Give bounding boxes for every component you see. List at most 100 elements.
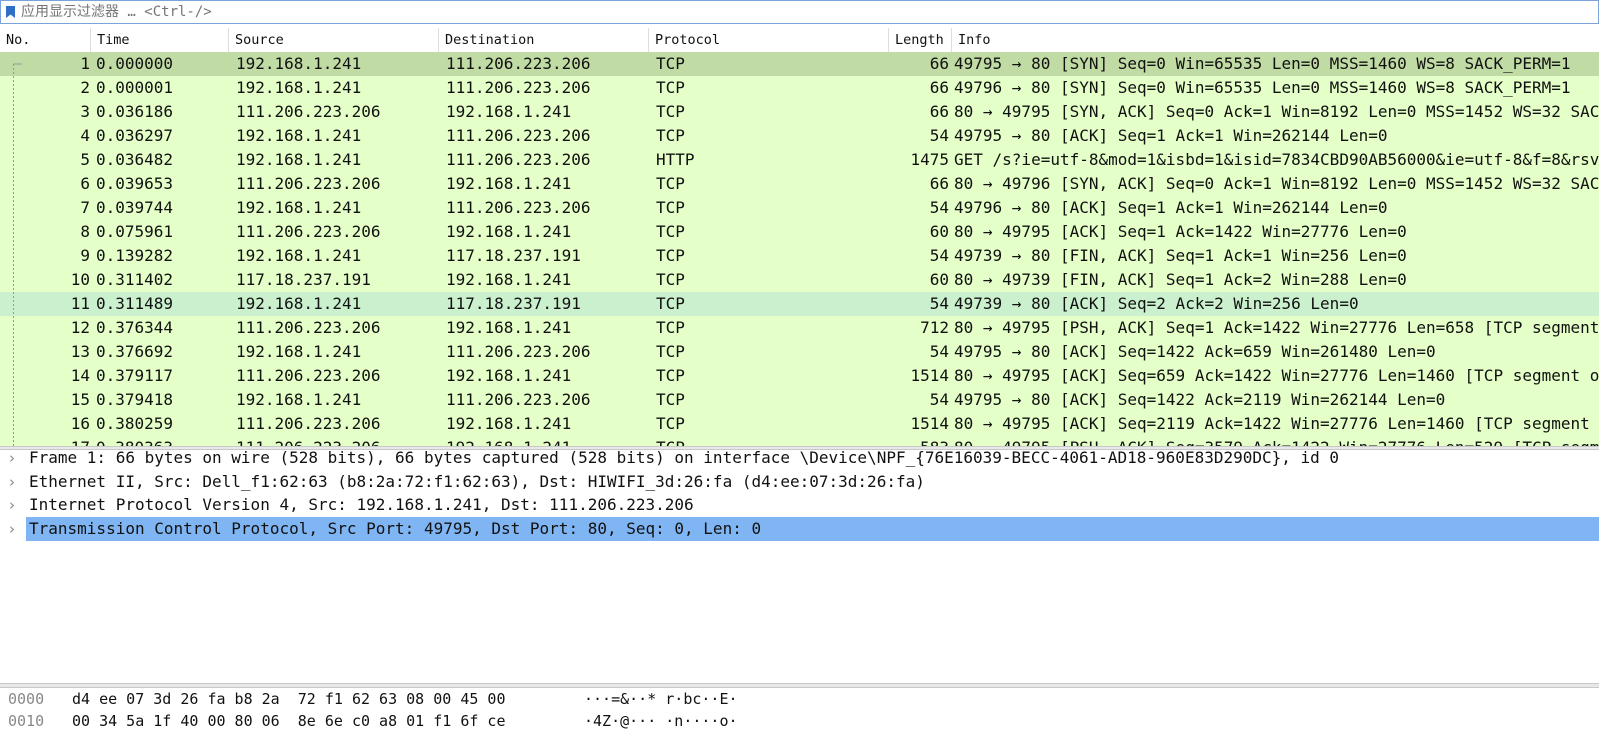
packet-row[interactable]: 11 0.311489 192.168.1.241 117.18.237.191… (0, 292, 1599, 316)
detail-text: Ethernet II, Src: Dell_f1:62:63 (b8:2a:7… (29, 472, 925, 491)
column-header-source[interactable]: Source (229, 28, 439, 52)
packet-source: 111.206.223.206 (236, 222, 381, 241)
bytes-ascii[interactable]: ···=&··* r·bc··E· (584, 689, 738, 709)
packet-time: 0.036482 (96, 150, 174, 169)
chevron-right-icon[interactable]: › (9, 450, 15, 470)
packet-info: 49795 → 80 [ACK] Seq=1 Ack=1 Win=262144 … (954, 126, 1388, 145)
detail-text: Frame 1: 66 bytes on wire (528 bits), 66… (29, 450, 1340, 467)
packet-destination: 192.168.1.241 (446, 436, 646, 446)
packet-row[interactable]: 16 0.380259 111.206.223.206 192.168.1.24… (0, 412, 1599, 436)
packet-source: 111.206.223.206 (236, 366, 381, 385)
packet-bytes-pane[interactable]: 0000 d4 ee 07 3d 26 fa b8 2a 72 f1 62 63… (0, 688, 1599, 732)
packet-list-header: No. Time Source Destination Protocol Len… (0, 28, 1599, 53)
packet-destination: 111.206.223.206 (446, 78, 591, 97)
packet-row[interactable]: 2 0.000001 192.168.1.241 111.206.223.206… (0, 76, 1599, 100)
bytes-row[interactable]: 0010 00 34 5a 1f 40 00 80 06 8e 6e c0 a8… (0, 711, 1599, 731)
packet-row[interactable]: 4 0.036297 192.168.1.241 111.206.223.206… (0, 124, 1599, 148)
packet-time: 0.075961 (96, 222, 174, 241)
packet-source: 192.168.1.241 (236, 246, 362, 265)
packet-info: 80 → 49796 [SYN, ACK] Seq=0 Ack=1 Win=81… (954, 174, 1599, 193)
packet-length: 54 (929, 294, 949, 313)
packet-length: 66 (929, 78, 949, 97)
packet-no: 16 (70, 414, 90, 433)
packet-length: 712 (920, 318, 949, 337)
packet-source: 192.168.1.241 (236, 126, 362, 145)
packet-row[interactable]: 12 0.376344 111.206.223.206 192.168.1.24… (0, 316, 1599, 340)
packet-no: 3 (80, 102, 90, 121)
packet-length: 54 (929, 126, 949, 145)
detail-row-ethernet[interactable]: › Ethernet II, Src: Dell_f1:62:63 (b8:2a… (0, 470, 1599, 494)
column-header-length[interactable]: Length (889, 28, 952, 52)
packet-row[interactable]: 6 0.039653 111.206.223.206 192.168.1.241… (0, 172, 1599, 196)
bytes-hex[interactable]: 00 34 5a 1f 40 00 80 06 8e 6e c0 a8 01 f… (72, 711, 505, 731)
packet-no: 10 (70, 270, 90, 289)
packet-row[interactable]: 9 0.139282 192.168.1.241 117.18.237.191 … (0, 244, 1599, 268)
packet-row[interactable]: 7 0.039744 192.168.1.241 111.206.223.206… (0, 196, 1599, 220)
packet-destination: 117.18.237.191 (446, 294, 581, 313)
packet-info: 49796 → 80 [SYN] Seq=0 Win=65535 Len=0 M… (954, 78, 1571, 97)
packet-info: 80 → 49795 [ACK] Seq=2119 Ack=1422 Win=2… (954, 414, 1599, 433)
packet-destination: 192.168.1.241 (446, 318, 572, 337)
packet-destination: 192.168.1.241 (446, 366, 572, 385)
packet-row[interactable]: 1 0.000000 192.168.1.241 111.206.223.206… (0, 52, 1599, 76)
packet-time: 0.039744 (96, 198, 174, 217)
packet-no: 13 (70, 342, 90, 361)
packet-row[interactable]: 10 0.311402 117.18.237.191 192.168.1.241… (0, 268, 1599, 292)
packet-length: 54 (929, 198, 949, 217)
packet-list[interactable]: 1 0.000000 192.168.1.241 111.206.223.206… (0, 52, 1599, 446)
packet-destination: 111.206.223.206 (446, 390, 591, 409)
packet-length: 66 (929, 174, 949, 193)
packet-info: 49739 → 80 [ACK] Seq=2 Ack=2 Win=256 Len… (954, 294, 1359, 313)
bookmark-icon[interactable] (5, 5, 16, 19)
packet-row[interactable]: 15 0.379418 192.168.1.241 111.206.223.20… (0, 388, 1599, 412)
packet-protocol: TCP (656, 126, 685, 145)
packet-source: 117.18.237.191 (236, 270, 371, 289)
packet-row[interactable]: 17 0.380363 111.206.223.206 192.168.1.24… (0, 436, 1599, 446)
packet-destination: 192.168.1.241 (446, 222, 572, 241)
packet-no: 11 (70, 294, 90, 313)
bytes-row[interactable]: 0000 d4 ee 07 3d 26 fa b8 2a 72 f1 62 63… (0, 689, 1599, 709)
packet-info: 49795 → 80 [ACK] Seq=1422 Ack=2119 Win=2… (954, 390, 1446, 409)
packet-source: 192.168.1.241 (236, 78, 362, 97)
bytes-offset: 0010 (8, 712, 45, 730)
column-header-no[interactable]: No. (0, 28, 91, 52)
packet-info: 80 → 49739 [FIN, ACK] Seq=1 Ack=2 Win=28… (954, 270, 1407, 289)
packet-details-pane[interactable]: › Frame 1: 66 bytes on wire (528 bits), … (0, 450, 1599, 683)
column-header-destination[interactable]: Destination (439, 28, 649, 52)
detail-row-frame[interactable]: › Frame 1: 66 bytes on wire (528 bits), … (0, 450, 1599, 470)
packet-source: 192.168.1.241 (236, 294, 362, 313)
packet-row[interactable]: 5 0.036482 192.168.1.241 111.206.223.206… (0, 148, 1599, 172)
bytes-offset: 0000 (8, 690, 45, 708)
bytes-ascii[interactable]: ·4Z·@··· ·n····o· (584, 711, 738, 731)
packet-length: 54 (929, 246, 949, 265)
packet-time: 0.380363 (96, 436, 226, 446)
chevron-right-icon[interactable]: › (9, 493, 15, 517)
packet-time: 0.039653 (96, 174, 174, 193)
packet-source: 192.168.1.241 (236, 342, 362, 361)
packet-protocol: TCP (656, 102, 685, 121)
packet-time: 0.311402 (96, 270, 174, 289)
packet-row[interactable]: 8 0.075961 111.206.223.206 192.168.1.241… (0, 220, 1599, 244)
packet-destination: 192.168.1.241 (446, 270, 572, 289)
display-filter-input[interactable] (21, 3, 1581, 21)
column-header-info[interactable]: Info (952, 28, 1599, 52)
packet-row[interactable]: 13 0.376692 192.168.1.241 111.206.223.20… (0, 340, 1599, 364)
detail-row-ipv4[interactable]: › Internet Protocol Version 4, Src: 192.… (0, 493, 1599, 517)
chevron-right-icon[interactable]: › (9, 470, 15, 494)
column-header-time[interactable]: Time (91, 28, 229, 52)
packet-info: 49739 → 80 [FIN, ACK] Seq=1 Ack=1 Win=25… (954, 246, 1407, 265)
chevron-right-icon[interactable]: › (9, 517, 15, 541)
packet-row[interactable]: 14 0.379117 111.206.223.206 192.168.1.24… (0, 364, 1599, 388)
packet-protocol: TCP (656, 222, 685, 241)
bytes-hex[interactable]: d4 ee 07 3d 26 fa b8 2a 72 f1 62 63 08 0… (72, 689, 505, 709)
packet-no: 12 (70, 318, 90, 337)
detail-row-tcp[interactable]: › Transmission Control Protocol, Src Por… (0, 517, 1599, 541)
packet-time: 0.000000 (96, 54, 174, 73)
packet-length: 54 (929, 390, 949, 409)
packet-protocol: TCP (656, 174, 685, 193)
packet-time: 0.311489 (96, 294, 174, 313)
display-filter-bar[interactable] (0, 0, 1599, 24)
packet-destination: 192.168.1.241 (446, 102, 572, 121)
column-header-protocol[interactable]: Protocol (649, 28, 889, 52)
packet-row[interactable]: 3 0.036186 111.206.223.206 192.168.1.241… (0, 100, 1599, 124)
